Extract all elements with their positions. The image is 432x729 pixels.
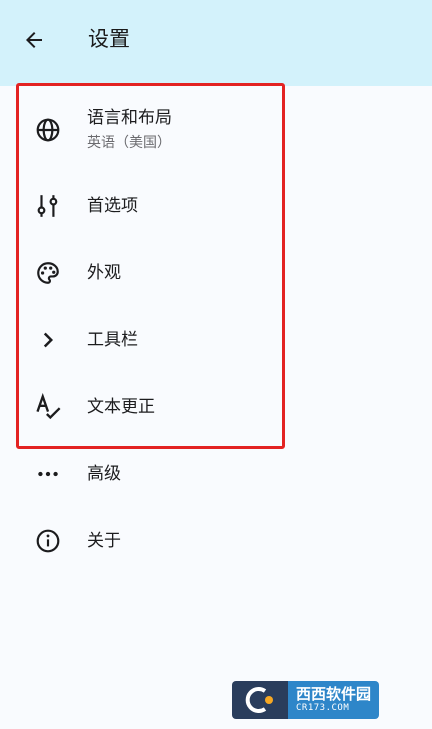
settings-item-sublabel: 英语（美国）: [87, 135, 171, 151]
settings-item-advanced[interactable]: 高级: [0, 442, 432, 506]
watermark-text: 西西软件园 CR173.COM: [288, 681, 380, 719]
spellcheck-icon: [34, 393, 62, 421]
settings-item-label: 首选项: [87, 196, 138, 216]
info-icon: [34, 527, 62, 555]
settings-item-about[interactable]: 关于: [0, 509, 432, 573]
arrow-back-icon: [26, 32, 42, 48]
settings-item-preferences[interactable]: 首选项: [0, 174, 432, 238]
back-button[interactable]: [16, 22, 52, 58]
more-horizontal-icon: [34, 460, 62, 488]
settings-item-toolbar[interactable]: 工具栏: [0, 308, 432, 372]
settings-item-appearance[interactable]: 外观: [0, 241, 432, 305]
settings-item-label: 工具栏: [87, 330, 138, 350]
settings-item-text-correction[interactable]: 文本更正: [0, 375, 432, 439]
palette-icon: [34, 259, 62, 287]
watermark: 西西软件园 CR173.COM: [232, 681, 412, 719]
settings-item-label: 文本更正: [87, 397, 155, 417]
watermark-logo-icon: [232, 681, 288, 719]
globe-icon: [34, 116, 62, 144]
settings-item-label: 语言和布局: [87, 108, 172, 128]
sliders-icon: [34, 192, 62, 220]
settings-item-language[interactable]: 语言和布局 英语（美国）: [0, 100, 432, 172]
settings-list: 语言和布局 英语（美国） 首选项 外观 工具栏 文本更正 高级 关于: [0, 83, 432, 729]
page-title: 设置: [88, 27, 130, 51]
app-bar: 设置: [0, 0, 432, 86]
watermark-sub-text: CR173.COM: [296, 703, 350, 713]
chevron-right-icon: [34, 326, 62, 354]
settings-item-label: 关于: [87, 531, 121, 551]
watermark-main-text: 西西软件园: [296, 685, 372, 703]
settings-item-label: 高级: [87, 464, 121, 484]
settings-item-label: 外观: [87, 263, 121, 283]
